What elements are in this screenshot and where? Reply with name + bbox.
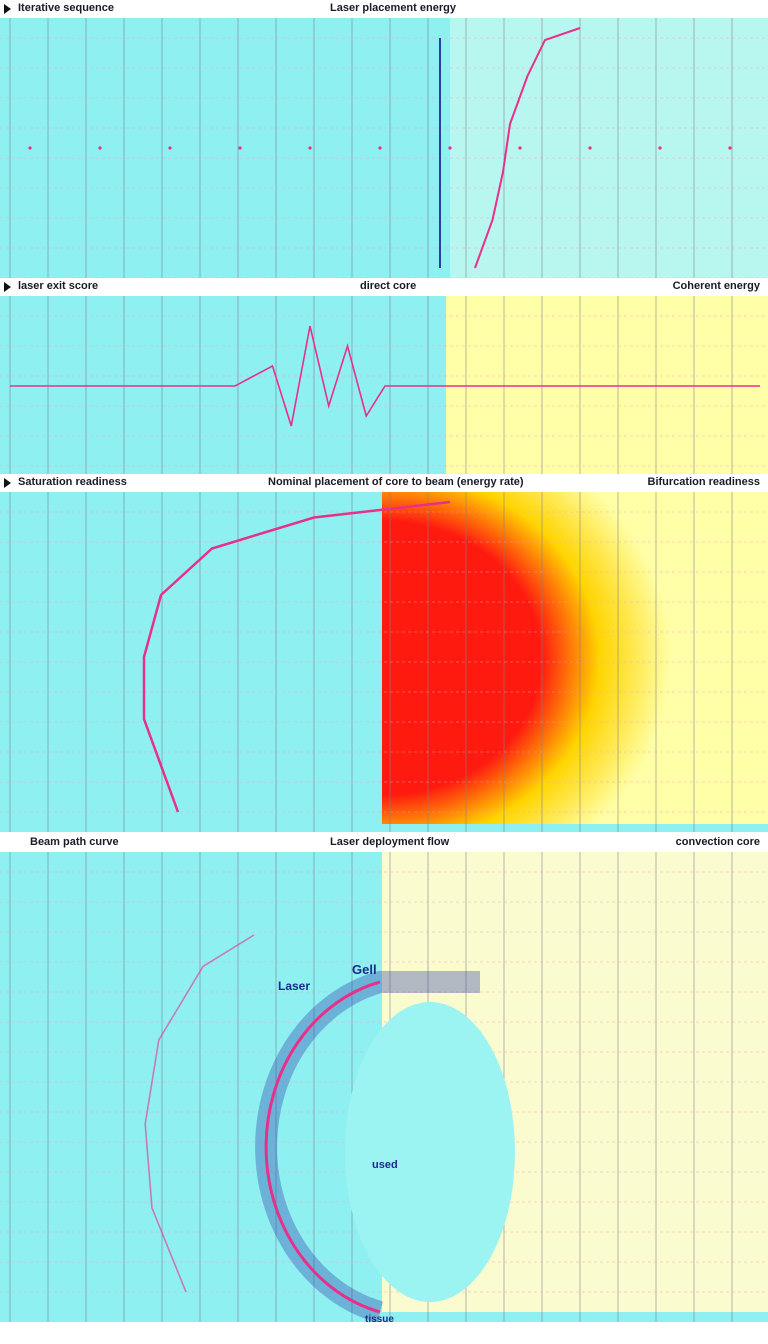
panel-4-header: Beam path curve Laser deployment flow co… — [0, 834, 768, 852]
panel-4-plot: Laser Gell used tissue — [0, 852, 768, 1322]
panel-1-header: Iterative sequence Laser placement energ… — [0, 0, 768, 18]
panel-3-left-title: Saturation readiness — [18, 476, 127, 488]
panel-4-center-title: Laser deployment flow — [330, 836, 450, 848]
data-point — [518, 146, 522, 150]
panel-2-header: laser exit score direct core Coherent en… — [0, 278, 768, 296]
data-point — [658, 146, 662, 150]
collapse-triangle-icon[interactable] — [4, 478, 11, 488]
collapse-triangle-icon[interactable] — [4, 4, 11, 14]
data-point — [238, 146, 242, 150]
data-point — [98, 146, 102, 150]
label-laser: Laser — [278, 979, 310, 993]
panel-1-left-title: Iterative sequence — [18, 2, 114, 14]
panel-4-right-title: convection core — [675, 836, 760, 848]
panel-2-left-title: laser exit score — [18, 280, 99, 292]
collapse-triangle-icon[interactable] — [4, 282, 11, 292]
label-inner: used — [372, 1159, 398, 1171]
inner-region — [345, 1002, 515, 1302]
panel-2-right-title: Coherent energy — [672, 280, 760, 292]
data-point — [378, 146, 382, 150]
plot-region-right — [450, 18, 768, 280]
panel-1-center-title: Laser placement energy — [330, 2, 456, 14]
panel-2-center-title: direct core — [360, 280, 417, 292]
data-point — [308, 146, 312, 150]
panel-1-plot — [0, 18, 768, 280]
label-tissue: tissue — [365, 1314, 394, 1322]
panel-3-header: Saturation readiness Nominal placement o… — [0, 474, 768, 492]
data-point — [728, 146, 732, 150]
label-gel: Gell — [352, 962, 377, 977]
data-point — [448, 146, 452, 150]
panel-4-left-title: Beam path curve — [30, 836, 119, 848]
panel-3-plot — [0, 492, 768, 832]
panel-3-right-title: Bifurcation readiness — [647, 476, 760, 488]
panel-2-plot — [0, 296, 768, 476]
panel-3-center-title: Nominal placement of core to beam (energ… — [268, 476, 524, 488]
data-point — [168, 146, 172, 150]
data-point — [588, 146, 592, 150]
data-point — [28, 146, 32, 150]
